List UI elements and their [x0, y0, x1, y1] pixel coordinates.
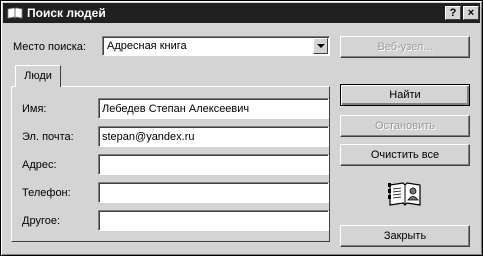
search-location-value: Адресная книга	[107, 40, 187, 52]
website-button[interactable]: Веб-узел...	[340, 36, 470, 58]
find-people-dialog: Поиск людей ? × Место поиска: Адресная к…	[0, 0, 483, 256]
phone-field[interactable]	[98, 182, 329, 203]
email-label: Эл. почта:	[22, 131, 74, 143]
other-label: Другое:	[22, 215, 61, 227]
name-field[interactable]	[98, 98, 329, 119]
address-label: Адрес:	[22, 159, 57, 171]
stop-button[interactable]: Остановить	[340, 115, 470, 137]
title-bar[interactable]: Поиск людей ? ×	[3, 3, 480, 23]
close-icon[interactable]: ×	[463, 6, 479, 20]
address-field[interactable]	[98, 154, 329, 175]
help-icon[interactable]: ?	[445, 6, 461, 20]
people-tab-panel: Имя: Эл. почта: Адрес: Телефон: Другое:	[11, 86, 330, 242]
tab-people[interactable]: Люди	[15, 65, 61, 87]
name-label: Имя:	[22, 103, 47, 115]
window-title: Поиск людей	[27, 6, 106, 20]
close-button[interactable]: Закрыть	[340, 225, 470, 247]
email-field[interactable]	[98, 126, 329, 147]
phone-label: Телефон:	[22, 187, 71, 199]
address-book-icon	[7, 7, 23, 19]
search-location-label: Место поиска:	[13, 41, 86, 53]
search-location-dropdown[interactable]: Адресная книга	[102, 36, 330, 56]
people-book-icon	[388, 182, 421, 206]
clear-all-button[interactable]: Очистить все	[340, 144, 470, 166]
chevron-down-icon[interactable]	[313, 38, 328, 54]
find-button[interactable]: Найти	[340, 84, 470, 106]
other-field[interactable]	[98, 210, 329, 231]
